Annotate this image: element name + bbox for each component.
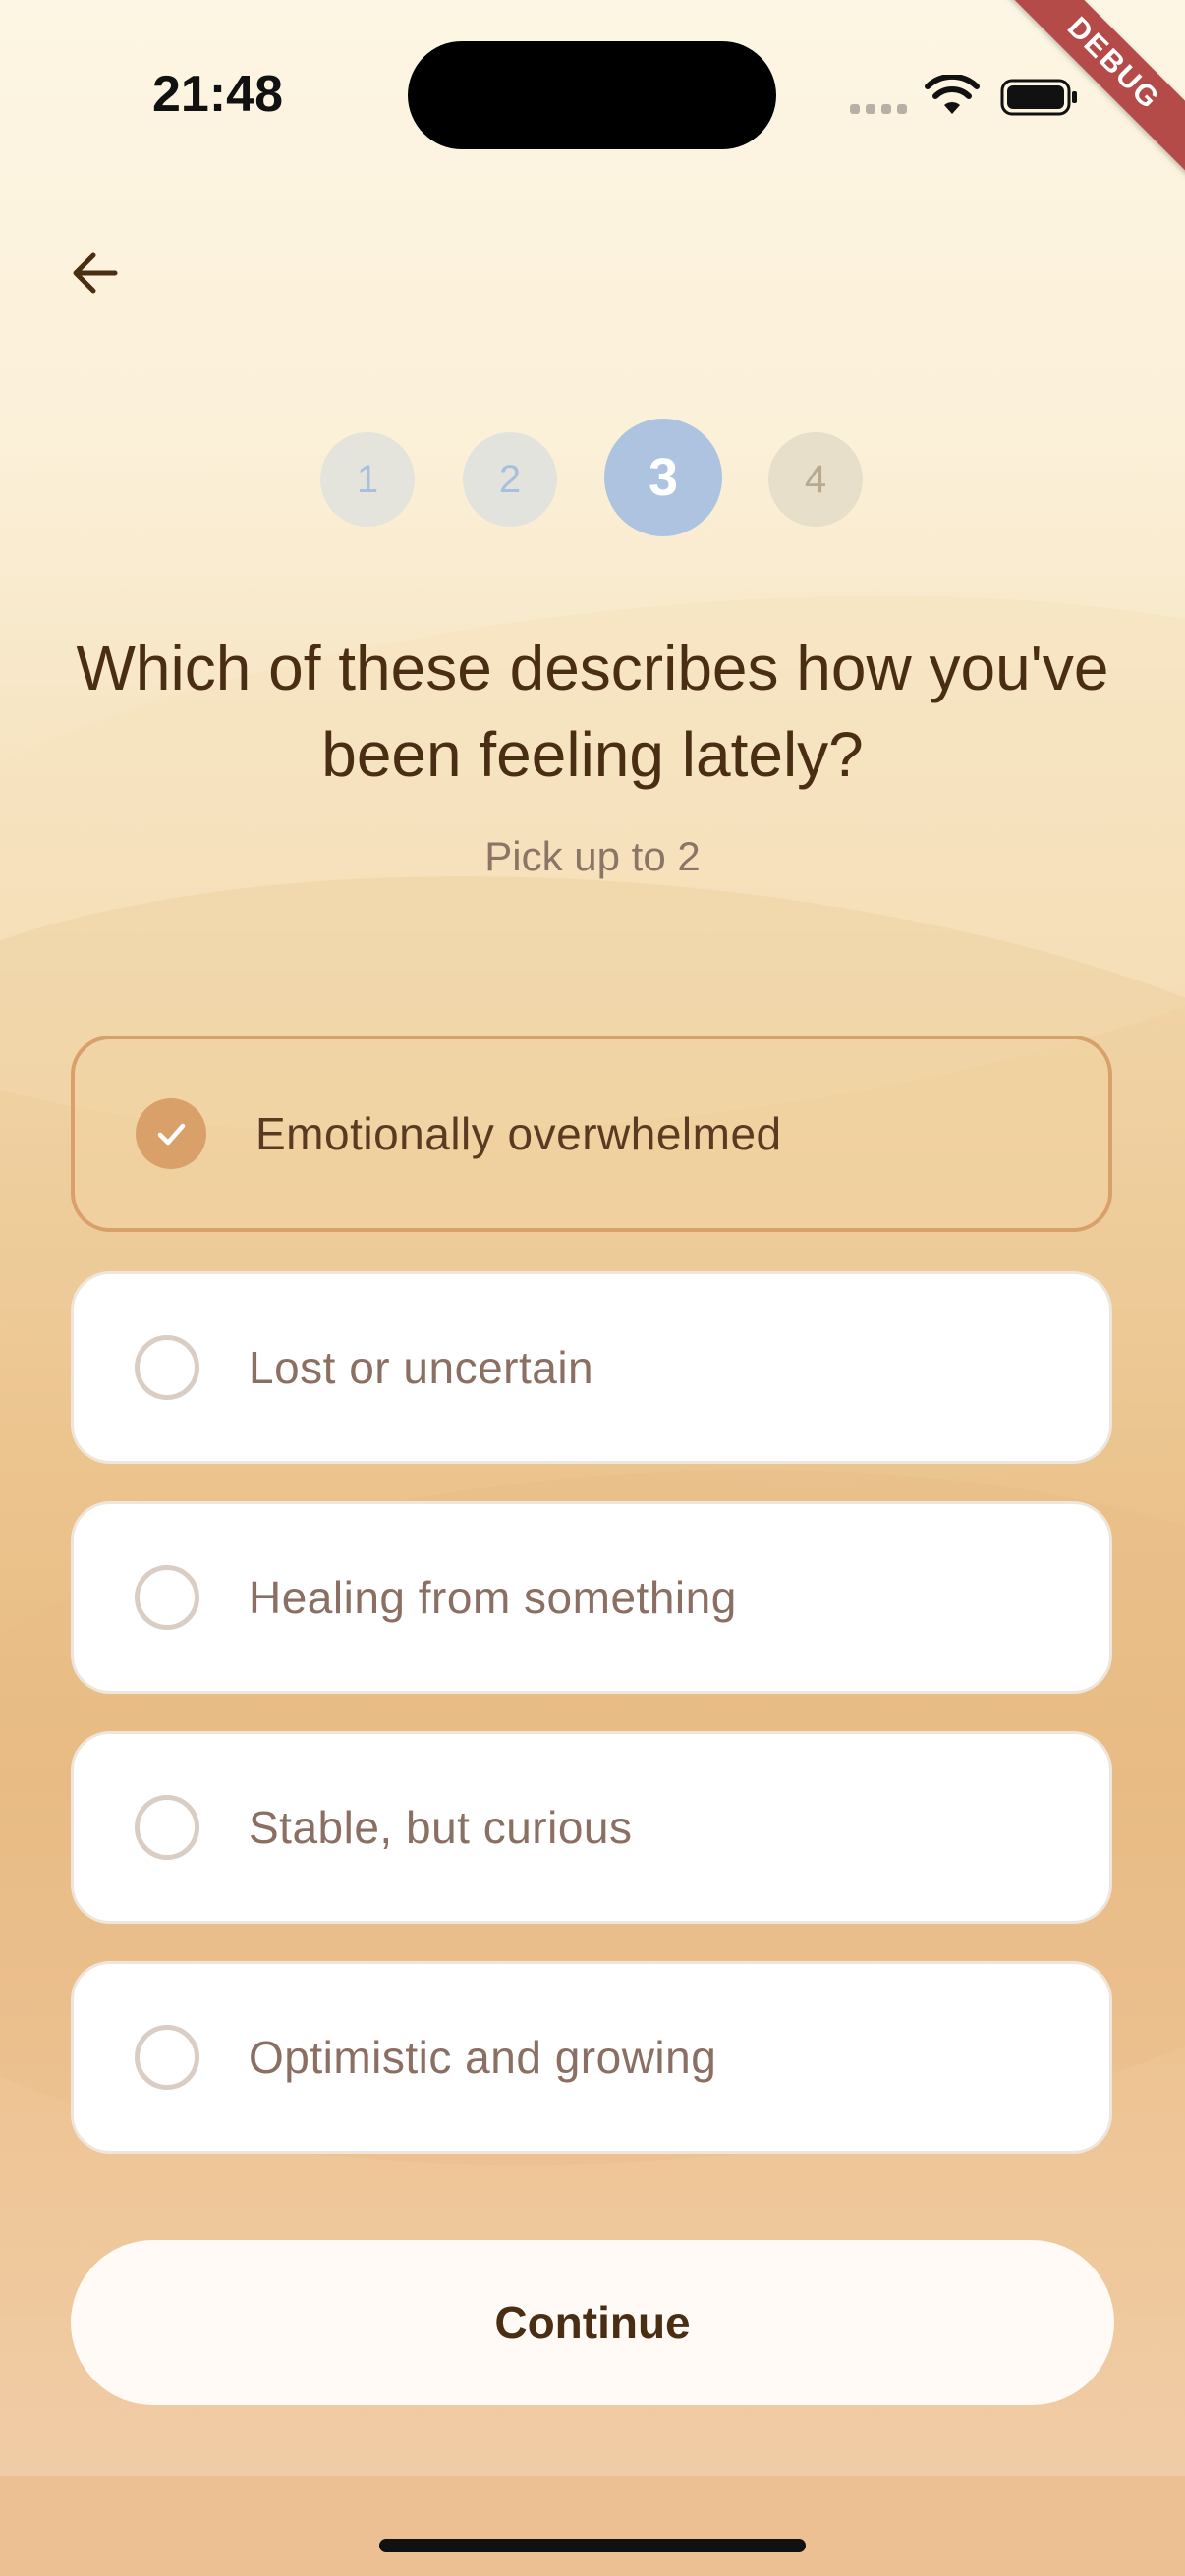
option-lost-or-uncertain[interactable]: Lost or uncertain (71, 1271, 1112, 1464)
question-hint: Pick up to 2 (484, 833, 701, 879)
step-4: 4 (768, 432, 863, 527)
option-checkbox[interactable] (135, 2025, 199, 2090)
option-label: Optimistic and growing (249, 2032, 717, 2083)
option-healing-from-something[interactable]: Healing from something (71, 1501, 1112, 1694)
battery-icon (1000, 79, 1077, 116)
wifi-icon (925, 75, 980, 114)
option-label: Emotionally overwhelmed (255, 1108, 782, 1159)
bottom-safe-area (0, 2476, 1185, 2576)
option-stable-but-curious[interactable]: Stable, but curious (71, 1731, 1112, 1924)
back-button[interactable] (54, 232, 137, 314)
option-checkbox[interactable] (135, 1565, 199, 1630)
step-1: 1 (320, 432, 415, 527)
home-indicator[interactable] (379, 2539, 806, 2552)
option-label: Healing from something (249, 1572, 737, 1623)
option-checkbox-checked[interactable] (136, 1098, 206, 1169)
option-label: Stable, but curious (249, 1802, 633, 1853)
option-emotionally-overwhelmed[interactable]: Emotionally overwhelmed (71, 1036, 1112, 1232)
cellular-signal-icon (850, 104, 907, 114)
option-checkbox[interactable] (135, 1335, 199, 1400)
arrow-left-icon (73, 252, 118, 294)
step-indicator: 1 2 3 4 (0, 418, 1185, 536)
option-checkbox[interactable] (135, 1795, 199, 1860)
step-2: 2 (463, 432, 557, 527)
question-title: Which of these describes how you've been… (76, 633, 1109, 790)
option-optimistic-and-growing[interactable]: Optimistic and growing (71, 1961, 1112, 2154)
onboarding-screen: 21:48 1 2 3 4 Which of these describes h… (0, 0, 1185, 2476)
status-time: 21:48 (152, 66, 283, 123)
continue-button[interactable]: Continue (71, 2240, 1114, 2405)
option-label: Lost or uncertain (249, 1342, 594, 1393)
check-icon (157, 1123, 186, 1146)
dynamic-island (408, 41, 776, 149)
step-3-current: 3 (604, 419, 722, 536)
